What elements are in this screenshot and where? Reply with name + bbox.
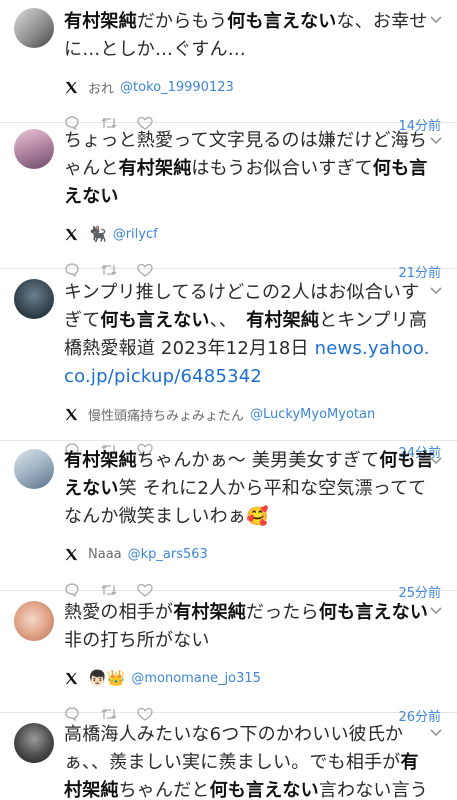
tweet-text-span: 熱愛の相手が [64, 602, 174, 623]
chevron-down-icon[interactable] [429, 283, 443, 297]
tweet-text-span: 、、 [209, 310, 247, 331]
tweet-text-span: はもうお似合いすぎて [191, 158, 373, 179]
highlight-keyword: 有村架純 [118, 158, 192, 179]
chevron-down-icon[interactable] [429, 725, 443, 739]
user-handle[interactable]: @rilycf [113, 227, 158, 242]
x-logo-icon [65, 548, 78, 560]
tweet-meta: おれ @toko_19990123 [64, 76, 457, 98]
tweet-card[interactable]: 有村架純だからもう何も言えないな、お幸せに…としか…ぐすん… おれ @toko_… [0, 0, 457, 134]
highlight-keyword: 何も言えない [227, 11, 337, 32]
highlight-keyword: 何も言えない [209, 780, 319, 800]
display-name[interactable]: 🐈‍⬛ [88, 225, 107, 243]
x-logo-icon [65, 408, 78, 420]
tweet-feed: 有村架純だからもう何も言えないな、お幸せに…としか…ぐすん… おれ @toko_… [0, 0, 457, 800]
tweet-card[interactable]: キンプリ推してるけどこの2人はお似合いすぎて何も言えない、、 有村架純とキンプリ… [0, 269, 457, 461]
highlight-keyword: 有村架純 [246, 310, 320, 331]
display-name[interactable]: 👦🏻👑 [88, 669, 125, 687]
tweet-text-span: だったら [246, 602, 319, 623]
tweet-text: 有村架純だからもう何も言えないな、お幸せに…としか…ぐすん… [64, 8, 436, 64]
display-name[interactable]: おれ [88, 78, 114, 97]
tweet-meta: 👦🏻👑 @monomane_jo315 [64, 667, 457, 689]
highlight-keyword: 有村架純 [173, 602, 247, 623]
tweet-text: ちょっと熱愛って文字見るのは嫌だけど海ちゃんと有村架純はもうお似合いすぎて何も言… [64, 127, 436, 211]
tweet-card[interactable]: 高橋海人みたいな6つ下のかわいい彼氏かぁ、、羨ましい実に羨ましい。でも相手が有村… [0, 713, 457, 800]
tweet-text: キンプリ推してるけどこの2人はお似合いすぎて何も言えない、、 有村架純とキンプリ… [64, 279, 436, 391]
tweet-text-span: 高橋海人みたいな6つ下のかわいい彼氏かぁ、、羨ましい実に羨ましい。でも相手が [64, 724, 404, 773]
tweet-text-span: 笑 それに2人から平和な空気漂っててなんか微笑ましいわぁ🥰 [64, 478, 427, 527]
display-name[interactable]: 慢性頭痛持ちみょみょたん [88, 405, 244, 424]
highlight-keyword: 何も言えない [100, 310, 210, 331]
user-handle[interactable]: @kp_ars563 [128, 547, 208, 562]
tweet-text-span: だからもう [136, 11, 228, 32]
tweet-meta: 慢性頭痛持ちみょみょたん @LuckyMyoMyotan [64, 403, 457, 425]
avatar[interactable] [14, 449, 54, 489]
display-name[interactable]: Naaa [88, 547, 122, 562]
user-handle[interactable]: @toko_19990123 [120, 80, 234, 95]
tweet-meta: 🐈‍⬛ @rilycf [64, 223, 457, 245]
highlight-keyword: 何も言えない [318, 602, 429, 623]
x-logo-icon [65, 672, 78, 684]
tweet-text-span: 非の打ち所がない [64, 630, 210, 651]
user-handle[interactable]: @monomane_jo315 [131, 671, 261, 686]
tweet-text: 有村架純ちゃんかぁ〜 美男美女すぎて何も言えない笑 それに2人から平和な空気漂っ… [64, 447, 436, 531]
avatar[interactable] [14, 601, 54, 641]
highlight-keyword: 有村架純 [64, 450, 137, 471]
chevron-down-icon[interactable] [429, 603, 443, 617]
x-logo-icon [65, 228, 78, 240]
avatar[interactable] [14, 723, 54, 763]
chevron-down-icon[interactable] [429, 133, 443, 147]
tweet-card[interactable]: 有村架純ちゃんかぁ〜 美男美女すぎて何も言えない笑 それに2人から平和な空気漂っ… [0, 441, 457, 601]
tweet-card[interactable]: 熱愛の相手が有村架純だったら何も言えない非の打ち所がない 👦🏻👑 @monoma… [0, 591, 457, 725]
tweet-text: 高橋海人みたいな6つ下のかわいい彼氏かぁ、、羨ましい実に羨ましい。でも相手が有村… [64, 721, 436, 800]
tweet-text-span: ちゃんだと [118, 780, 210, 800]
chevron-down-icon[interactable] [429, 12, 443, 26]
highlight-keyword: 有村架純 [64, 11, 137, 32]
tweet-card[interactable]: ちょっと熱愛って文字見るのは嫌だけど海ちゃんと有村架純はもうお似合いすぎて何も言… [0, 123, 457, 281]
tweet-text: 熱愛の相手が有村架純だったら何も言えない非の打ち所がない [64, 599, 436, 655]
tweet-text-span: 言わない言う [318, 780, 429, 800]
avatar[interactable] [14, 8, 54, 48]
tweet-meta: Naaa @kp_ars563 [64, 543, 457, 565]
avatar[interactable] [14, 129, 54, 169]
x-logo-icon [65, 81, 78, 93]
chevron-down-icon[interactable] [429, 453, 443, 467]
tweet-text-span: ちゃんかぁ〜 美男美女すぎて [136, 450, 380, 471]
avatar[interactable] [14, 279, 54, 319]
user-handle[interactable]: @LuckyMyoMyotan [250, 407, 375, 422]
